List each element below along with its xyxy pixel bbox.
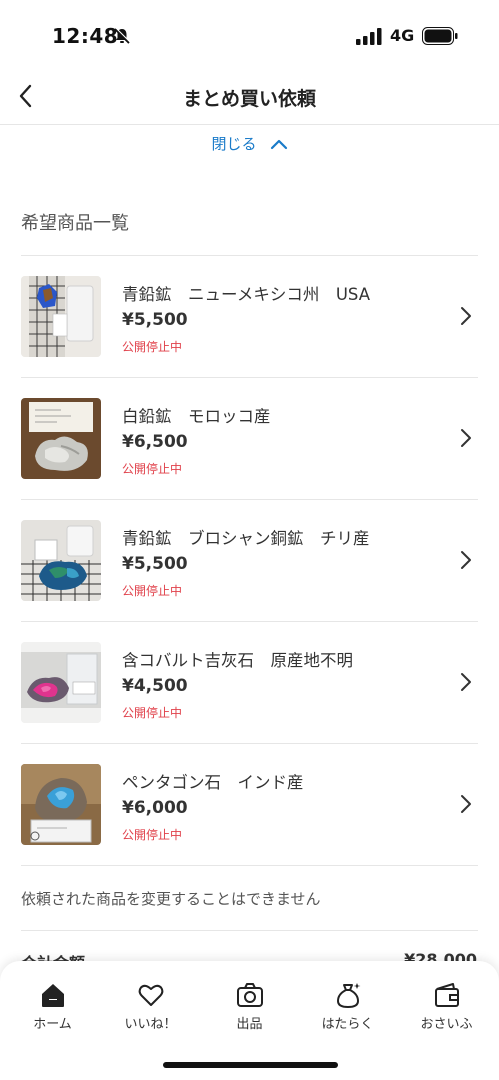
notice-text: 依頼された商品を変更することはできません (21, 890, 321, 908)
list-item[interactable]: 白鉛鉱 モロッコ産 ¥6,500 公開停止中 (21, 378, 478, 500)
item-status: 公開停止中 (122, 828, 183, 842)
item-name: ペンタゴン石 インド産 (122, 773, 304, 792)
item-status: 公開停止中 (122, 462, 183, 476)
tab-label: はたらく (321, 1017, 374, 1032)
item-name: 含コバルト吉灰石 原産地不明 (122, 651, 353, 670)
nav-bar: まとめ買い依頼 (0, 70, 499, 125)
signal-icon (356, 28, 382, 45)
item-thumbnail (21, 398, 101, 479)
tab-wallet[interactable]: おさいふ (397, 961, 496, 1041)
item-name: 青鉛鉱 ニューメキシコ州 USA (122, 285, 370, 304)
tab-sell[interactable]: 出品 (200, 961, 299, 1041)
item-price: ¥4,500 (122, 676, 188, 696)
list-item[interactable]: ペンタゴン石 インド産 ¥6,000 公開停止中 (21, 744, 478, 866)
item-price: ¥6,000 (122, 798, 188, 818)
wallet-icon (435, 983, 459, 1007)
item-list: 青鉛鉱 ニューメキシコ州 USA ¥5,500 公開停止中 白鉛鉱 モロッコ産 … (21, 256, 478, 866)
chevron-right-icon (461, 429, 471, 447)
tab-label: 出品 (236, 1017, 263, 1032)
camera-icon (237, 983, 263, 1007)
chevron-right-icon (461, 673, 471, 691)
item-thumbnail (21, 520, 101, 601)
tab-label: おさいふ (420, 1017, 473, 1032)
chevron-up-icon (270, 139, 287, 149)
tab-home[interactable]: ホーム (3, 961, 102, 1041)
status-time: 12:48 (52, 24, 119, 48)
item-status: 公開停止中 (122, 340, 183, 354)
item-name: 青鉛鉱 ブロシャン銅鉱 チリ産 (122, 529, 370, 548)
list-item[interactable]: 含コバルト吉灰石 原産地不明 ¥4,500 公開停止中 (21, 622, 478, 744)
page-title: まとめ買い依頼 (182, 88, 316, 110)
battery-icon (422, 27, 458, 45)
item-thumbnail (21, 764, 101, 845)
bell-muted-icon (114, 27, 131, 44)
home-indicator (163, 1062, 338, 1068)
money-bag-icon (337, 983, 361, 1008)
status-bar: 12:48 4G (0, 0, 499, 70)
tab-label: いいね！ (124, 1017, 177, 1032)
home-icon (42, 984, 64, 1007)
item-price: ¥6,500 (122, 432, 188, 452)
item-status: 公開停止中 (122, 584, 183, 598)
tab-label: ホーム (33, 1017, 72, 1032)
item-name: 白鉛鉱 モロッコ産 (122, 407, 271, 426)
item-price: ¥5,500 (122, 310, 188, 330)
item-thumbnail (21, 642, 101, 723)
list-item[interactable]: 青鉛鉱 ブロシャン銅鉱 チリ産 ¥5,500 公開停止中 (21, 500, 478, 622)
chevron-right-icon (461, 307, 471, 325)
list-item[interactable]: 青鉛鉱 ニューメキシコ州 USA ¥5,500 公開停止中 (21, 256, 478, 378)
item-price: ¥5,500 (122, 554, 188, 574)
item-thumbnail (21, 276, 101, 357)
collapse-toggle[interactable]: 閉じる (0, 133, 499, 157)
chevron-right-icon (461, 551, 471, 569)
heart-icon (138, 984, 164, 1006)
divider (21, 930, 478, 931)
tab-likes[interactable]: いいね！ (101, 961, 200, 1041)
item-status: 公開停止中 (122, 706, 183, 720)
chevron-right-icon (461, 795, 471, 813)
collapse-label: 閉じる (211, 135, 257, 153)
network-label: 4G (390, 26, 415, 45)
tab-work[interactable]: はたらく (298, 961, 397, 1041)
section-title: 希望商品一覧 (21, 213, 129, 234)
